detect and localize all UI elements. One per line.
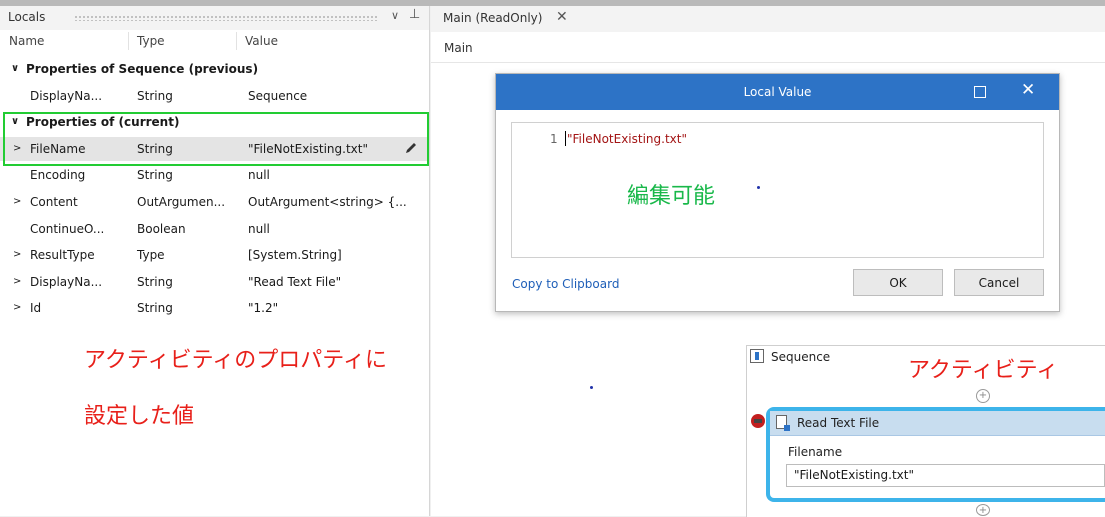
property-row[interactable]: > DisplayNa... String "Read Text File" <box>0 270 429 294</box>
annotation-editable: 編集可能 <box>627 184 716 209</box>
pin-icon[interactable]: ⊥ <box>409 7 420 22</box>
property-row[interactable]: ContinueO... Boolean null <box>0 217 429 241</box>
cancel-button[interactable]: Cancel <box>954 269 1044 296</box>
breakpoint-icon[interactable] <box>751 414 765 428</box>
property-value: [System.String] <box>248 248 342 263</box>
panel-drag-handle[interactable] <box>74 15 378 21</box>
blue-dot <box>757 186 760 189</box>
column-divider[interactable] <box>236 32 237 50</box>
sequence-icon <box>750 349 764 363</box>
expand-chevron-icon[interactable]: > <box>13 276 21 287</box>
locals-panel: Locals ∨ ⊥ Name Type Value ∨ Properties o… <box>0 6 430 516</box>
value-editor[interactable]: 1 "FileNotExisting.txt" 編集可能 <box>511 122 1044 258</box>
dialog-titlebar[interactable]: Local Value ✕ <box>496 74 1059 110</box>
property-name: ResultType <box>30 248 95 263</box>
property-value: "Read Text File" <box>248 274 342 289</box>
property-type: OutArgumen... <box>137 195 226 209</box>
property-name: Content <box>30 195 78 209</box>
column-divider[interactable] <box>128 32 129 50</box>
read-text-file-icon <box>776 415 790 431</box>
tab-main-readonly[interactable]: Main (ReadOnly) <box>443 11 542 25</box>
property-row[interactable]: > Content OutArgumen... OutArgument<string>… <box>0 190 429 214</box>
activity-title: Read Text File <box>797 416 880 430</box>
property-type: String <box>137 301 173 316</box>
locals-header: Locals ∨ ⊥ <box>0 6 429 30</box>
blue-dot <box>590 386 593 389</box>
property-type: Type <box>137 248 165 263</box>
property-name: Id <box>30 301 42 316</box>
property-type: String <box>137 274 173 289</box>
add-activity-plus-icon[interactable]: + <box>976 504 990 516</box>
collapse-chevron-icon[interactable]: ∨ <box>11 63 19 74</box>
property-row[interactable]: > Id String "1.2" <box>0 296 429 320</box>
locals-title: Locals <box>8 10 46 24</box>
text-caret <box>565 131 566 146</box>
group-label: Properties of Sequence (previous) <box>26 62 259 76</box>
annotation-activity: アクティビティ <box>908 358 1059 383</box>
property-name: DisplayNa... <box>30 88 103 103</box>
local-value-dialog: Local Value ✕ 1 "FileNotExisting.txt" 編集… <box>495 73 1060 312</box>
editor-code[interactable]: "FileNotExisting.txt" <box>567 132 687 146</box>
property-row[interactable]: Encoding String null <box>0 163 429 187</box>
property-type: String <box>137 88 173 103</box>
close-icon[interactable]: ✕ <box>1021 80 1035 100</box>
annotation-property-values-line1: アクティビティのプロパティに <box>84 348 387 373</box>
document-tabs: Main (ReadOnly) ✕ <box>431 6 1105 32</box>
expand-chevron-icon[interactable]: > <box>13 249 21 260</box>
maximize-icon[interactable] <box>974 86 986 98</box>
ok-button[interactable]: OK <box>853 269 943 296</box>
property-name: Encoding <box>30 168 86 183</box>
expand-chevron-icon[interactable]: > <box>13 302 21 313</box>
property-value: "1.2" <box>248 301 279 316</box>
line-number: 1 <box>550 132 558 146</box>
property-row[interactable]: > ResultType Type [System.String] <box>0 243 429 267</box>
property-row[interactable]: DisplayNa... String Sequence <box>0 84 429 108</box>
column-header-name[interactable]: Name <box>9 34 44 48</box>
property-type: String <box>137 168 173 183</box>
property-value: Sequence <box>248 88 308 103</box>
expand-chevron-icon[interactable]: > <box>13 196 21 207</box>
filename-field[interactable]: "FileNotExisting.txt" <box>786 464 1105 487</box>
column-header-value[interactable]: Value <box>245 34 278 48</box>
add-activity-plus-icon[interactable]: + <box>976 389 990 403</box>
property-name: ContinueO... <box>30 221 105 236</box>
property-value: null <box>248 221 270 236</box>
panel-options-chevron-icon[interactable]: ∨ <box>391 9 399 22</box>
annotation-property-values-line2: 設定した値 <box>84 404 195 429</box>
breadcrumb[interactable]: Main <box>444 41 473 55</box>
filename-label: Filename <box>788 445 843 459</box>
read-text-file-activity[interactable]: Read Text File Filename "FileNotExisting… <box>766 407 1105 502</box>
activity-header[interactable]: Read Text File <box>770 411 1105 436</box>
property-type: Boolean <box>137 221 186 236</box>
highlight-box <box>3 112 429 166</box>
property-name: DisplayNa... <box>30 274 103 289</box>
property-group-header[interactable]: ∨ Properties of Sequence (previous) <box>0 57 429 81</box>
copy-to-clipboard-link[interactable]: Copy to Clipboard <box>512 277 619 291</box>
tab-close-icon[interactable]: ✕ <box>556 9 568 25</box>
breadcrumb-divider <box>431 62 1105 63</box>
sequence-label: Sequence <box>771 350 831 364</box>
property-value: null <box>248 168 270 183</box>
column-header-type[interactable]: Type <box>137 34 165 48</box>
property-value: OutArgument<string> {... <box>248 195 407 209</box>
